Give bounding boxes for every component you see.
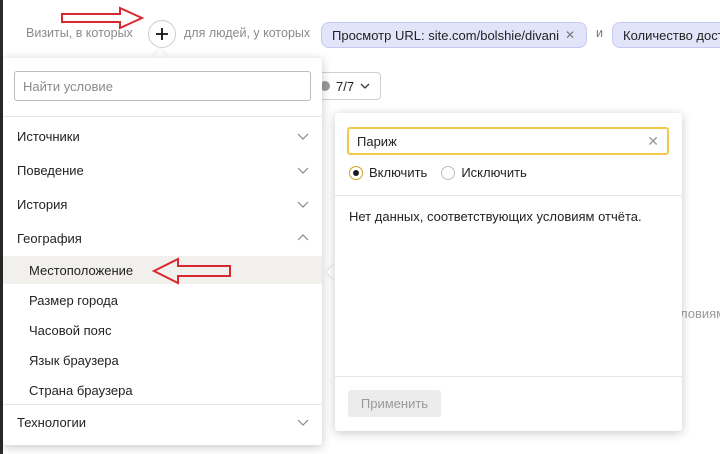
include-label[interactable]: Включить <box>369 165 427 180</box>
location-input-value: Париж <box>357 133 397 149</box>
divider <box>335 195 682 196</box>
annotation-arrow-left <box>151 257 231 285</box>
close-icon[interactable]: ✕ <box>565 28 575 42</box>
geo-item-city-size[interactable]: Размер города <box>3 286 322 314</box>
category-history[interactable]: История <box>3 189 322 219</box>
divider <box>3 116 322 117</box>
geo-item-browser-language[interactable]: Язык браузера <box>3 346 322 374</box>
count-value: 7/7 <box>336 78 355 94</box>
filter-middle-text: для людей, у которых <box>184 26 311 40</box>
divider <box>3 404 322 405</box>
category-label: Поведение <box>17 162 84 178</box>
include-radio[interactable] <box>349 165 363 180</box>
annotation-arrow-right <box>61 6 145 30</box>
apply-button[interactable]: Применить <box>348 390 441 417</box>
category-label: Технологии <box>17 414 87 430</box>
clear-icon[interactable]: ✕ <box>647 133 659 150</box>
location-input[interactable]: Париж ✕ <box>347 127 669 155</box>
add-condition-button[interactable] <box>148 20 176 48</box>
chevron-down-icon <box>297 167 309 174</box>
background-text: ловиям <box>680 306 720 321</box>
item-label: Страна браузера <box>29 382 133 398</box>
empty-state-message: Нет данных, соответствующих условиям отч… <box>349 209 642 224</box>
filter-conjunction: и <box>596 26 603 40</box>
chevron-down-icon <box>360 83 370 89</box>
item-label: Местоположение <box>29 262 134 278</box>
category-geography[interactable]: География <box>3 223 322 253</box>
category-label: История <box>17 196 68 212</box>
exclude-label[interactable]: Исключить <box>461 165 527 180</box>
chevron-down-icon <box>297 133 309 140</box>
condition-settings-panel: Париж ✕ Включить Исключить Нет данных, с… <box>335 113 682 431</box>
geo-item-browser-country[interactable]: Страна браузера <box>3 376 322 404</box>
divider <box>335 376 682 377</box>
condition-chip-count[interactable]: Количество дост <box>612 22 720 48</box>
condition-search-input[interactable] <box>14 71 311 101</box>
chip-label: Просмотр URL: site.com/bolshie/divani <box>332 27 559 43</box>
geo-item-timezone[interactable]: Часовой пояс <box>3 316 322 344</box>
include-exclude-radio-group: Включить Исключить <box>349 165 541 180</box>
chevron-down-icon <box>297 201 309 208</box>
category-label: География <box>17 230 82 246</box>
category-label: Источники <box>17 128 80 144</box>
condition-dropdown: Источники Поведение История География Ме… <box>3 58 322 445</box>
chip-label: Количество дост <box>623 27 720 43</box>
category-technologies[interactable]: Технологии <box>3 407 322 437</box>
exclude-radio[interactable] <box>441 165 456 180</box>
item-label: Язык браузера <box>29 352 119 368</box>
condition-chip-url[interactable]: Просмотр URL: site.com/bolshie/divani ✕ <box>321 22 587 48</box>
plus-icon <box>156 28 168 40</box>
chevron-up-icon <box>297 234 309 241</box>
item-label: Размер города <box>29 292 118 308</box>
category-sources[interactable]: Источники <box>3 121 322 151</box>
goals-count-selector[interactable]: 7/7 <box>313 72 381 100</box>
item-label: Часовой пояс <box>29 322 112 338</box>
category-behavior[interactable]: Поведение <box>3 155 322 185</box>
chevron-down-icon <box>297 419 309 426</box>
